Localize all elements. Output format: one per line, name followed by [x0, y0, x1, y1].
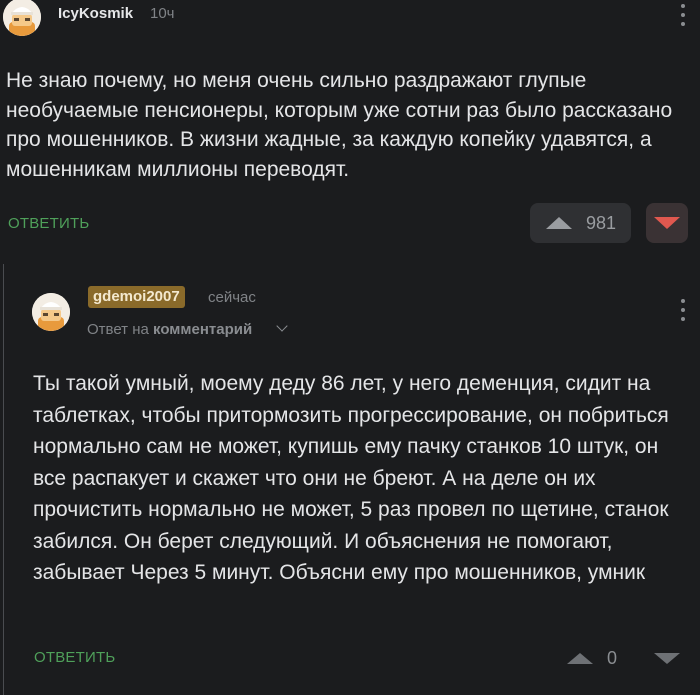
reply-button[interactable]: ОТВЕТИТЬ [8, 215, 89, 232]
reply-time: сейчас [208, 289, 256, 306]
rating-count: 981 [586, 213, 617, 233]
rating-count: 0 [607, 648, 618, 668]
downvote-button[interactable] [646, 203, 688, 243]
chevron-down-icon[interactable] [276, 320, 288, 332]
upvote-icon[interactable] [567, 653, 593, 664]
comment-author[interactable]: IcyKosmik [58, 5, 133, 22]
reply-to-prefix: Ответ на [87, 321, 149, 338]
thread-line[interactable] [3, 264, 4, 695]
downvote-icon [654, 217, 680, 229]
comment-text: Не знаю почему, но меня очень сильно раз… [6, 69, 673, 181]
reply-author-badge[interactable]: gdemoi2007 [88, 286, 185, 308]
comment-thread: IcyKosmik 10ч Не знаю почему, но меня оч… [0, 0, 700, 695]
downvote-icon[interactable] [654, 653, 680, 664]
comment-header: IcyKosmik 10ч [0, 0, 700, 36]
avatar-image [32, 293, 70, 331]
more-vertical-icon[interactable] [680, 4, 686, 26]
reply-text: Ты такой умный, моему деду 86 лет, у нег… [33, 372, 669, 584]
reply-to-target[interactable]: комментарий [153, 321, 252, 338]
more-vertical-icon[interactable] [680, 299, 686, 321]
reply-button[interactable]: ОТВЕТИТЬ [34, 649, 115, 666]
reply-avatar[interactable] [32, 293, 70, 331]
upvote-button[interactable]: 981 [530, 203, 631, 243]
avatar-image [3, 0, 41, 36]
avatar[interactable] [3, 0, 41, 36]
comment-time: 10ч [150, 5, 175, 22]
reply-to-link[interactable]: Ответ на комментарий [87, 321, 252, 338]
upvote-icon [546, 217, 572, 229]
